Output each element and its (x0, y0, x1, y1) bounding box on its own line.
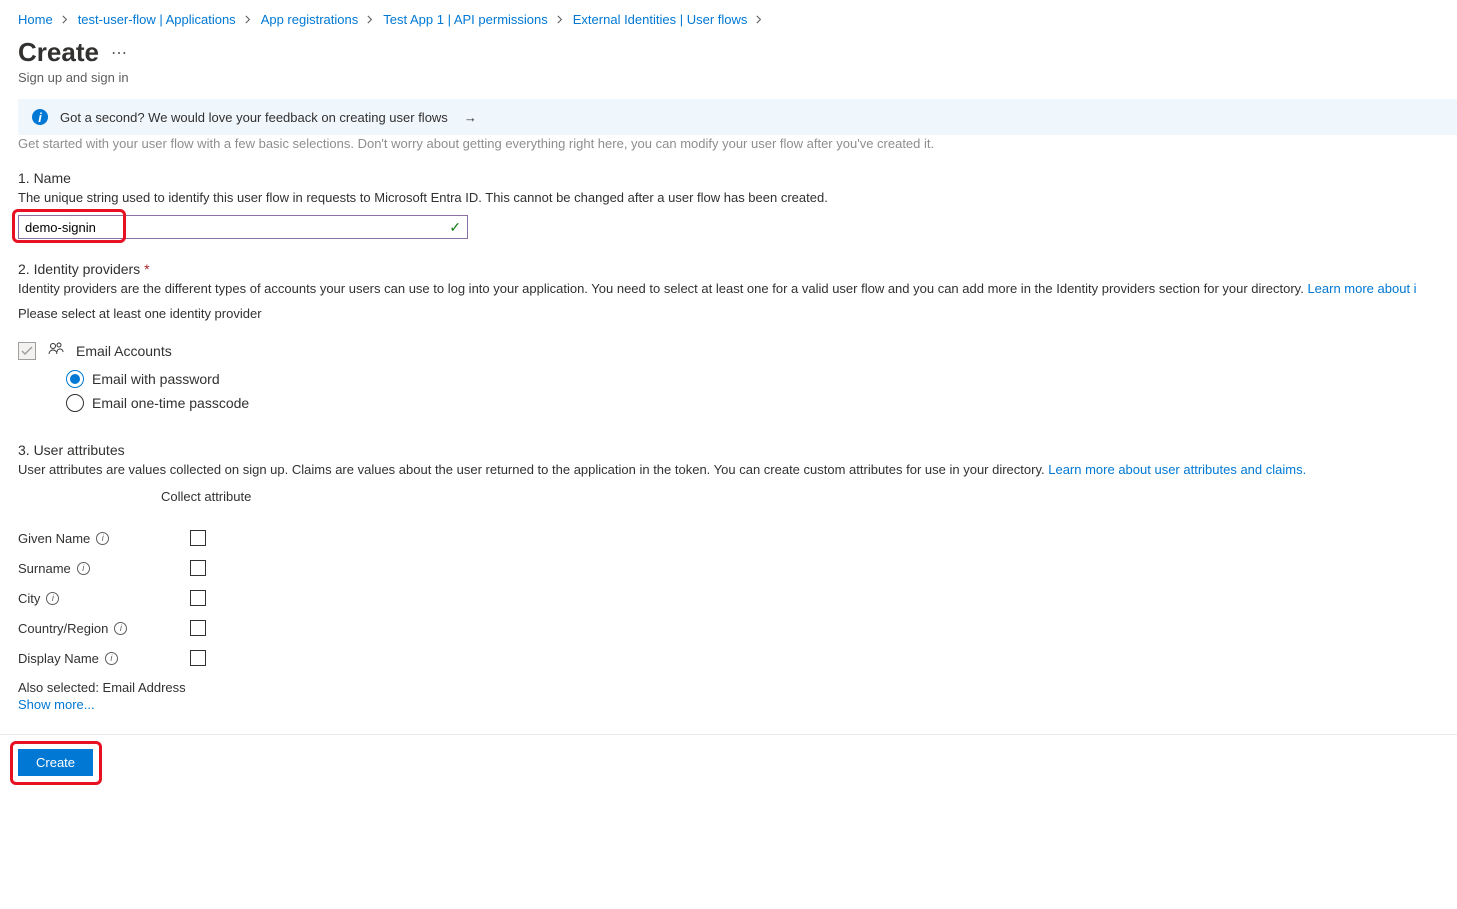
idp-section-desc: Identity providers are the different typ… (18, 281, 1457, 296)
idp-section-title: 2. Identity providers* (18, 261, 1457, 277)
provider-checkbox (18, 342, 36, 360)
page-header: Create ⋯ (18, 37, 1457, 68)
info-icon: i (32, 109, 48, 125)
more-button[interactable]: ⋯ (111, 43, 128, 63)
attr-checkbox[interactable] (190, 650, 206, 666)
attr-label: Surnamei (18, 561, 190, 576)
radio-icon (66, 394, 84, 412)
page-title: Create (18, 37, 99, 68)
required-star: * (144, 261, 149, 277)
info-icon[interactable]: i (105, 652, 118, 665)
chevron-right-icon (366, 12, 375, 27)
attr-learn-more-link[interactable]: Learn more about user attributes and cla… (1048, 462, 1306, 477)
breadcrumb-link[interactable]: External Identities | User flows (573, 12, 748, 27)
breadcrumb-link[interactable]: App registrations (261, 12, 359, 27)
breadcrumb-link[interactable]: Test App 1 | API permissions (383, 12, 548, 27)
people-icon (48, 341, 64, 360)
attr-label: Country/Regioni (18, 621, 190, 636)
breadcrumb-link[interactable]: Home (18, 12, 53, 27)
attr-section-title: 3. User attributes (18, 442, 1457, 458)
show-more-link[interactable]: Show more... (18, 697, 95, 712)
radio-label: Email one-time passcode (92, 395, 249, 411)
chevron-right-icon (244, 12, 253, 27)
radio-email-password[interactable]: Email with password (66, 370, 1457, 388)
idp-learn-more-link[interactable]: Learn more about i (1307, 281, 1416, 296)
idp-select-prompt: Please select at least one identity prov… (18, 306, 1457, 321)
banner-text: Got a second? We would love your feedbac… (60, 110, 448, 125)
provider-label: Email Accounts (76, 343, 172, 359)
info-icon[interactable]: i (77, 562, 90, 575)
page-subtitle: Sign up and sign in (18, 70, 1457, 85)
name-section-title: 1. Name (18, 170, 1457, 186)
name-input-container: ✓ (18, 215, 468, 239)
chevron-right-icon (556, 12, 565, 27)
attr-checkbox[interactable] (190, 590, 206, 606)
chevron-right-icon (755, 12, 764, 27)
attr-checkbox[interactable] (190, 620, 206, 636)
attr-column-header: Collect attribute (161, 489, 1457, 504)
attr-checkbox[interactable] (190, 530, 206, 546)
radio-icon (66, 370, 84, 388)
breadcrumb: Home test-user-flow | Applications App r… (18, 12, 1457, 27)
name-section-desc: The unique string used to identify this … (18, 190, 1457, 205)
arrow-right-icon: → (464, 110, 477, 125)
chevron-right-icon (61, 12, 70, 27)
info-icon[interactable]: i (96, 532, 109, 545)
attr-label: Given Namei (18, 531, 190, 546)
info-icon[interactable]: i (46, 592, 59, 605)
radio-label: Email with password (92, 371, 220, 387)
intro-text: Get started with your user flow with a f… (18, 136, 1457, 151)
attr-label: Display Namei (18, 651, 190, 666)
info-icon[interactable]: i (114, 622, 127, 635)
attr-label: Cityi (18, 591, 190, 606)
check-icon: ✓ (449, 219, 461, 236)
footer: Create (0, 734, 1457, 790)
also-selected-text: Also selected: Email Address (18, 680, 1457, 695)
attr-section-desc: User attributes are values collected on … (18, 462, 1457, 477)
name-input[interactable] (25, 220, 449, 235)
create-button[interactable]: Create (18, 749, 93, 776)
breadcrumb-link[interactable]: test-user-flow | Applications (78, 12, 236, 27)
radio-email-passcode[interactable]: Email one-time passcode (66, 394, 1457, 412)
attr-checkbox[interactable] (190, 560, 206, 576)
feedback-banner[interactable]: i Got a second? We would love your feedb… (18, 99, 1457, 135)
